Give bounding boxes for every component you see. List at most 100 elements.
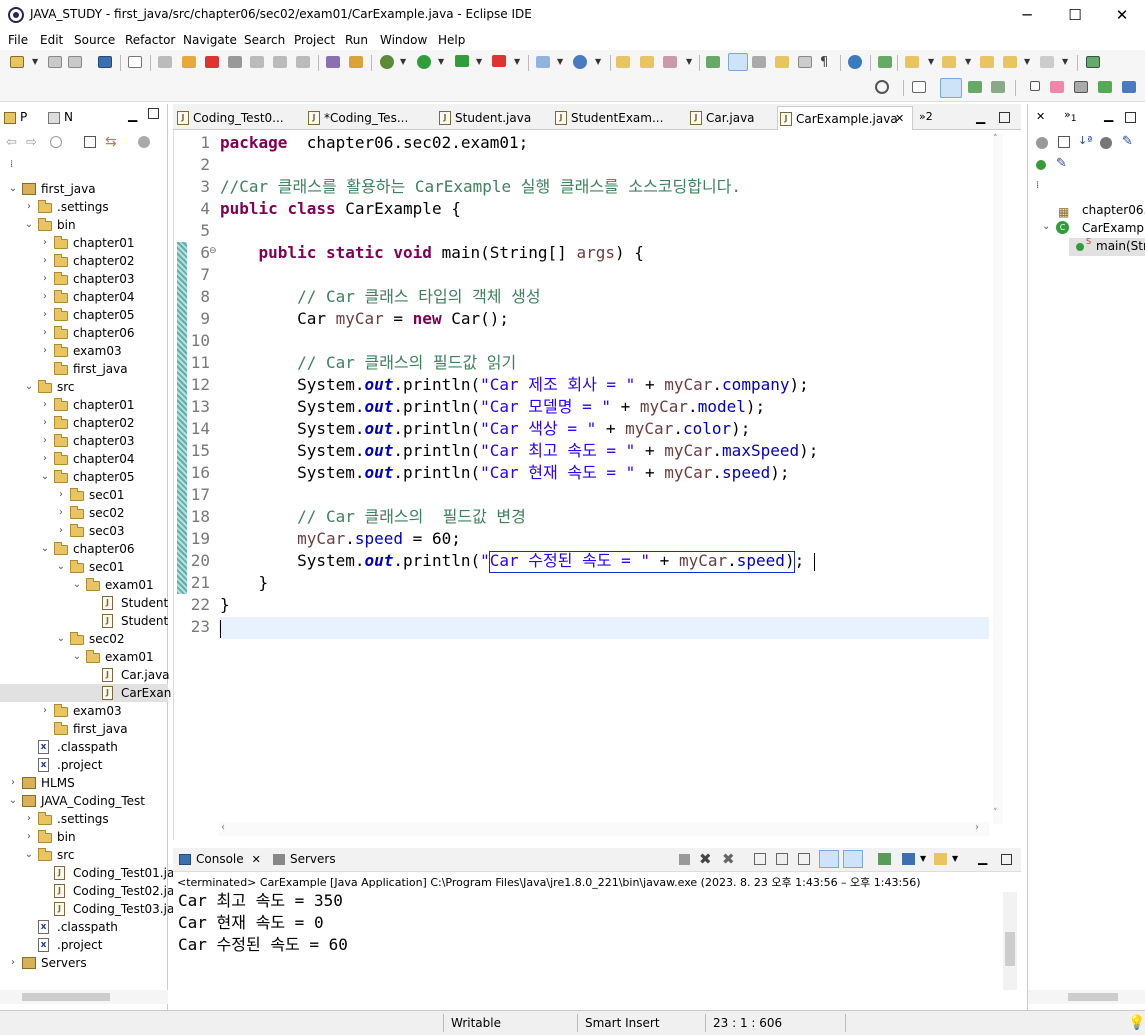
- link-with-editor-icon[interactable]: ⇆: [105, 134, 117, 150]
- tree-item[interactable]: ⌄ exam01: [0, 648, 168, 666]
- expand-icon[interactable]: ›: [56, 504, 66, 522]
- tree-item[interactable]: › chapter01: [0, 396, 168, 414]
- pin-console-icon[interactable]: [878, 853, 891, 865]
- tree-item[interactable]: J Student: [0, 594, 168, 612]
- tree-item[interactable]: › sec01: [0, 486, 168, 504]
- collapse-icon[interactable]: ⌄: [8, 180, 18, 198]
- step-return-icon[interactable]: [296, 56, 310, 68]
- console-vscroll[interactable]: [1003, 892, 1017, 990]
- hide-static-icon[interactable]: [1100, 137, 1112, 149]
- search-icon[interactable]: [875, 80, 889, 94]
- tree-item[interactable]: › chapter03: [0, 432, 168, 450]
- coverage-icon[interactable]: [455, 55, 469, 67]
- hide-local-types-icon[interactable]: [1036, 160, 1046, 170]
- maximize-console-icon[interactable]: [1001, 854, 1012, 865]
- tree-item[interactable]: › sec03: [0, 522, 168, 540]
- terminal-icon[interactable]: [98, 56, 112, 68]
- expand-icon[interactable]: ›: [40, 450, 50, 468]
- editor-vscroll[interactable]: ˄ ˅: [993, 134, 1003, 824]
- new-class-dropdown-icon[interactable]: ▼: [595, 57, 601, 66]
- tree-item[interactable]: ⌄ src: [0, 378, 168, 396]
- open-type-icon[interactable]: [616, 56, 630, 68]
- outline-item[interactable]: chapter06.s: [1082, 203, 1145, 217]
- show-console-stderr-icon[interactable]: [843, 850, 863, 868]
- tree-item[interactable]: › chapter03: [0, 270, 168, 288]
- save-all-icon[interactable]: [68, 56, 82, 68]
- code-line[interactable]: System.out.println("Car 현재 속도 = " + myCa…: [220, 462, 789, 484]
- scroll-left-icon[interactable]: ‹: [221, 822, 225, 833]
- view-menu-dots-icon[interactable]: ⁞: [10, 159, 13, 170]
- expand-icon[interactable]: ›: [24, 828, 34, 846]
- expand-icon[interactable]: ›: [24, 810, 34, 828]
- back-nav-icon[interactable]: ⇦: [6, 135, 17, 150]
- maximize-outline-icon[interactable]: [1125, 112, 1136, 123]
- scroll-right-icon[interactable]: ›: [975, 822, 979, 833]
- skip-breakpoints-icon[interactable]: [128, 56, 142, 68]
- new-icon[interactable]: [10, 56, 24, 68]
- tree-hscroll[interactable]: [0, 990, 168, 1004]
- code-line[interactable]: System.out.println("Car 모델명 = " + myCar.…: [220, 396, 765, 418]
- sort-icon[interactable]: ↓ª: [1078, 134, 1092, 147]
- code-line[interactable]: // Car 클래스의 필드값 변경: [220, 506, 526, 528]
- code-line[interactable]: System.out.println("Car 제조 회사 = " + myCa…: [220, 374, 809, 396]
- code-line[interactable]: package chapter06.sec02.exam01;: [220, 132, 528, 154]
- toggle-block-selection-icon[interactable]: [752, 56, 766, 68]
- console-view-icon[interactable]: [1122, 81, 1136, 93]
- code-line[interactable]: // Car 클래스 타입의 객체 생성: [220, 286, 541, 308]
- close-tab-icon[interactable]: ✕: [895, 107, 904, 131]
- collapse-icon[interactable]: ⌄: [24, 378, 34, 396]
- editor-hscroll[interactable]: ‹ ›: [219, 822, 989, 836]
- debug-perspective-icon[interactable]: [968, 81, 982, 93]
- menu-file[interactable]: File: [8, 33, 28, 47]
- expand-icon[interactable]: ›: [40, 288, 50, 306]
- collapse-icon[interactable]: ⌄: [56, 558, 66, 576]
- new-dropdown-icon[interactable]: ▼: [32, 57, 38, 66]
- debug-dropdown-icon[interactable]: ▼: [400, 57, 406, 66]
- minimize-editor-icon[interactable]: ▁: [976, 110, 985, 124]
- open-console-dropdown-icon[interactable]: ▼: [952, 854, 958, 863]
- close-button[interactable]: ✕: [1099, 0, 1145, 30]
- code-line[interactable]: // Car 클래스의 필드값 읽기: [220, 352, 516, 374]
- maximize-button[interactable]: ☐: [1052, 0, 1098, 30]
- new-class-icon[interactable]: [573, 55, 587, 69]
- breakpoints-view-icon[interactable]: [1050, 81, 1064, 93]
- search-dropdown-icon[interactable]: ▼: [686, 57, 692, 66]
- toggle-breadcrumb-icon[interactable]: [775, 56, 789, 68]
- menu-search[interactable]: Search: [244, 33, 285, 47]
- code-line[interactable]: }: [220, 594, 230, 616]
- tree-item[interactable]: ⌄ bin: [0, 216, 168, 234]
- tree-item[interactable]: ⌄ chapter06: [0, 540, 168, 558]
- expand-icon[interactable]: ›: [8, 954, 18, 972]
- collapse-icon[interactable]: ⌄: [24, 216, 34, 234]
- status-insert-mode[interactable]: Smart Insert: [585, 1016, 660, 1030]
- tab-console[interactable]: Console ✕: [179, 852, 261, 866]
- back-dropdown-icon[interactable]: ▼: [1024, 57, 1030, 66]
- tree-item[interactable]: first_java: [0, 360, 168, 378]
- remove-all-terminated-icon[interactable]: ✖: [722, 850, 735, 868]
- outline-item[interactable]: CarExample: [1082, 221, 1145, 235]
- pin-editor-icon[interactable]: [1086, 56, 1100, 68]
- toggle-annotation-icon[interactable]: [706, 56, 720, 68]
- outline-hscroll[interactable]: [1028, 990, 1145, 1004]
- code-line[interactable]: System.out.println("Car 최고 속도 = " + myCa…: [220, 440, 818, 462]
- expressions-view-icon[interactable]: [1098, 81, 1112, 93]
- last-edit-icon[interactable]: [980, 56, 994, 68]
- tree-item[interactable]: › chapter05: [0, 306, 168, 324]
- code-line[interactable]: myCar.speed = 60;: [220, 528, 461, 550]
- collapse-icon[interactable]: ⌄: [8, 792, 18, 810]
- disconnect-icon[interactable]: [228, 56, 242, 68]
- menu-run[interactable]: Run: [345, 33, 368, 47]
- maximize-view-icon[interactable]: [148, 108, 159, 119]
- expand-icon[interactable]: ›: [40, 702, 50, 720]
- show-console-stdout-icon[interactable]: [819, 850, 839, 868]
- next-annotation-icon[interactable]: [905, 56, 919, 68]
- editor-tab[interactable]: J Student.java: [437, 106, 555, 130]
- expand-icon[interactable]: ›: [40, 324, 50, 342]
- maximize-editor-icon[interactable]: [999, 112, 1010, 123]
- status-cursor-position[interactable]: 23 : 1 : 606: [713, 1016, 782, 1030]
- terminate-console-icon[interactable]: [679, 854, 690, 865]
- code-line[interactable]: //Car 클래스를 활용하는 CarExample 실행 클래스를 소스코딩합…: [220, 176, 741, 198]
- show-whitespace-icon[interactable]: ¶: [820, 55, 832, 70]
- open-console-icon[interactable]: [934, 853, 947, 865]
- expand-icon[interactable]: ›: [56, 522, 66, 540]
